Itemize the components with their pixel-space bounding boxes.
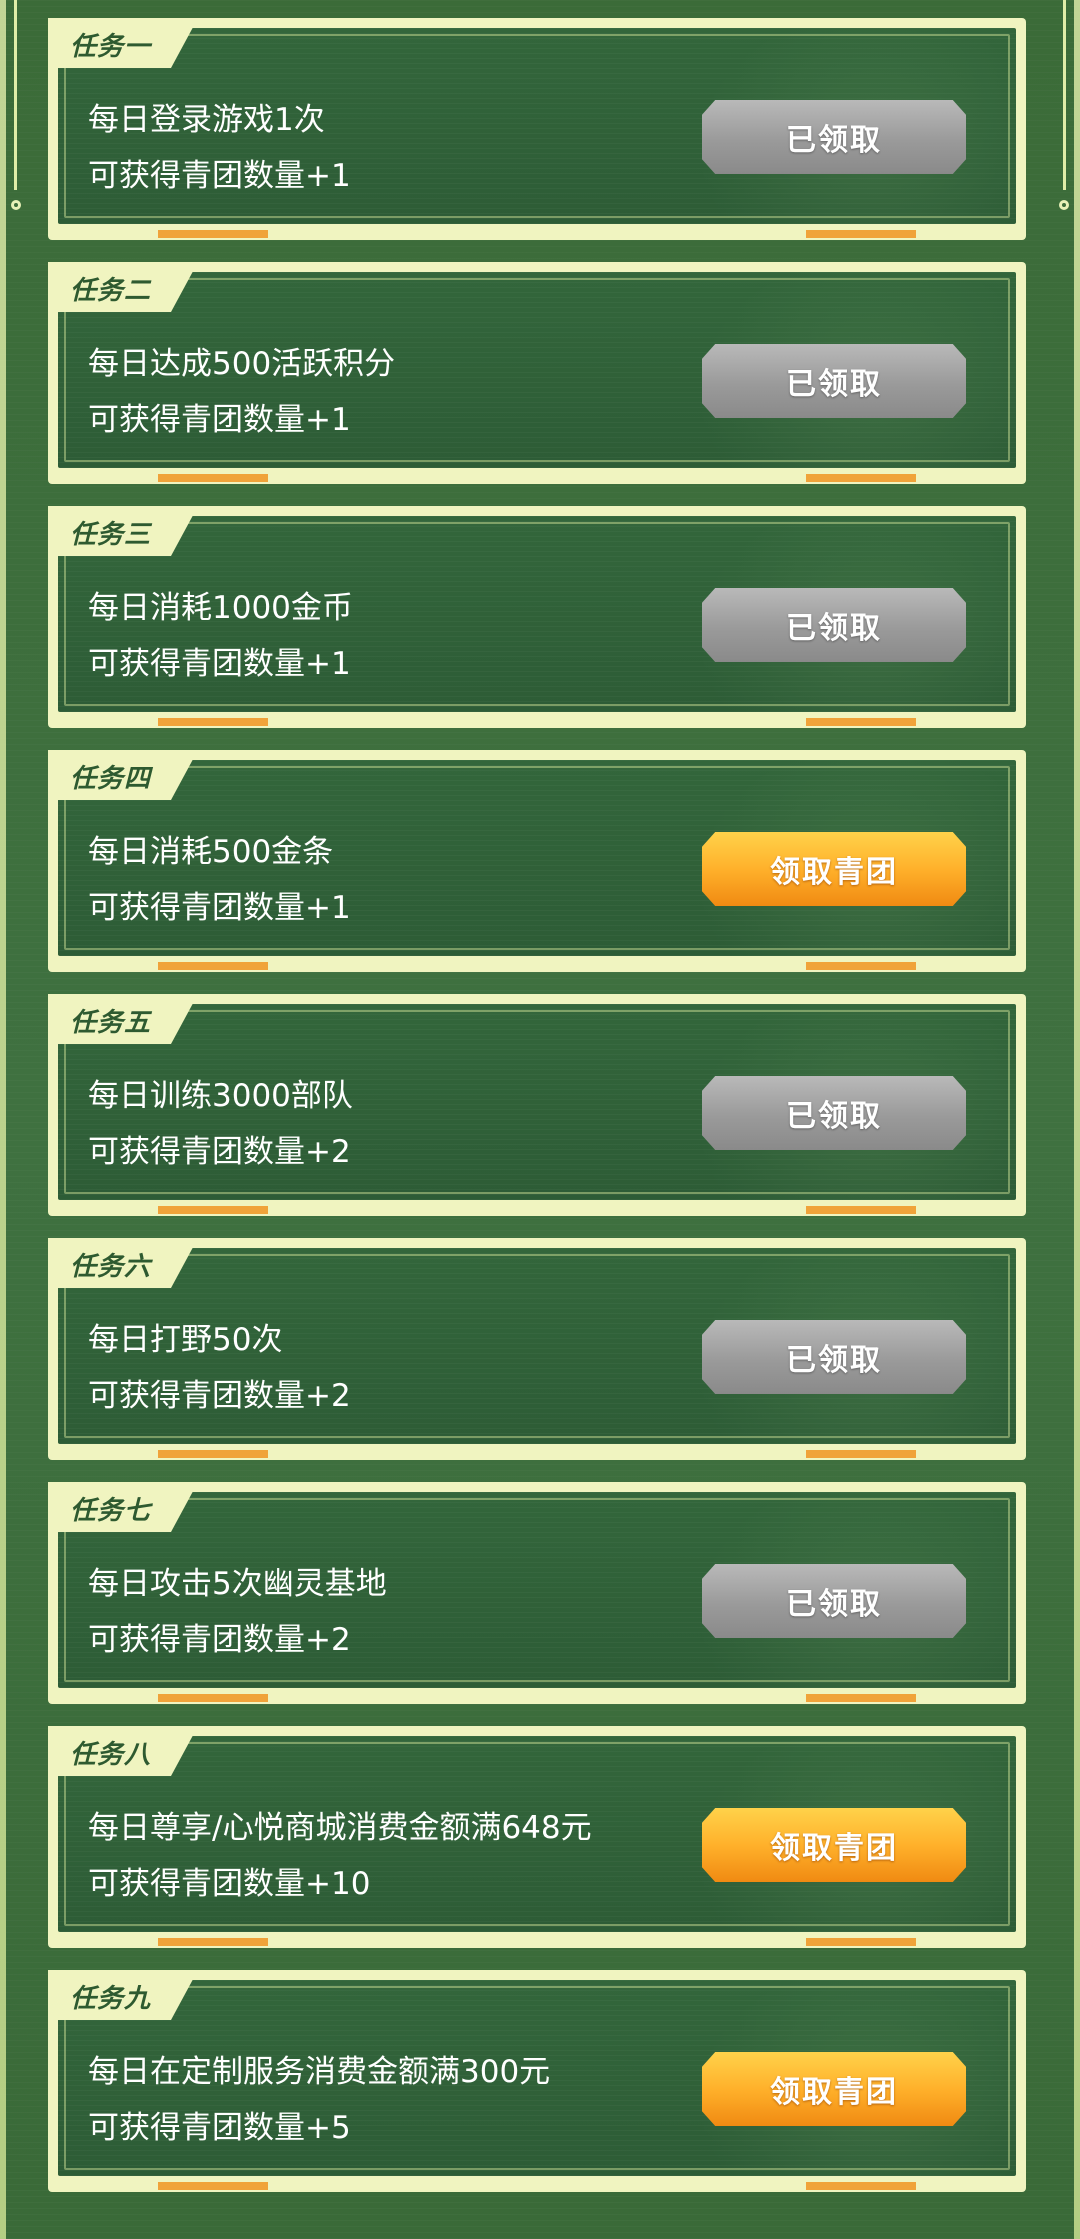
task-card: 任务四 每日消耗500金条 可获得青团数量+1 领取青团: [48, 750, 1026, 972]
right-rail-knob: [1059, 200, 1069, 210]
task-description: 每日登录游戏1次: [88, 102, 325, 138]
card-accent-bar: [806, 1938, 916, 1946]
card-accent-bar: [158, 474, 268, 482]
task-reward: 可获得青团数量+2: [88, 1134, 351, 1170]
task-card: 任务九 每日在定制服务消费金额满300元 可获得青团数量+5 领取青团: [48, 1970, 1026, 2192]
task-title: 任务八: [70, 1740, 152, 1770]
task-card: 任务五 每日训练3000部队 可获得青团数量+2 已领取: [48, 994, 1026, 1216]
task-reward: 可获得青团数量+5: [88, 2110, 351, 2146]
task-card: 任务三 每日消耗1000金币 可获得青团数量+1 已领取: [48, 506, 1026, 728]
task-description: 每日打野50次: [88, 1322, 283, 1358]
task-card: 任务一 每日登录游戏1次 可获得青团数量+1 已领取: [48, 18, 1026, 240]
task-reward: 可获得青团数量+2: [88, 1378, 351, 1414]
task-reward: 可获得青团数量+2: [88, 1622, 351, 1658]
task-description: 每日尊享/心悦商城消费金额满648元: [88, 1810, 592, 1846]
claim-button[interactable]: 领取青团: [702, 1808, 966, 1882]
task-description: 每日达成500活跃积分: [88, 346, 396, 382]
card-accent-bar: [806, 1694, 916, 1702]
task-description: 每日在定制服务消费金额满300元: [88, 2054, 551, 2090]
claimed-button[interactable]: 已领取: [702, 588, 966, 662]
task-card: 任务七 每日攻击5次幽灵基地 可获得青团数量+2 已领取: [48, 1482, 1026, 1704]
card-accent-bar: [158, 1694, 268, 1702]
card-accent-bar: [158, 1938, 268, 1946]
task-reward: 可获得青团数量+1: [88, 402, 351, 438]
claimed-button[interactable]: 已领取: [702, 100, 966, 174]
card-accent-bar: [158, 962, 268, 970]
claim-button[interactable]: 领取青团: [702, 2052, 966, 2126]
claimed-button[interactable]: 已领取: [702, 344, 966, 418]
task-reward: 可获得青团数量+10: [88, 1866, 371, 1902]
claimed-button[interactable]: 已领取: [702, 1564, 966, 1638]
task-title: 任务七: [70, 1496, 152, 1526]
task-title: 任务四: [70, 764, 152, 794]
task-title: 任务三: [70, 520, 152, 550]
task-title: 任务九: [70, 1984, 152, 2014]
task-description: 每日消耗1000金币: [88, 590, 353, 626]
right-rail: [1074, 0, 1080, 2239]
task-title: 任务五: [70, 1008, 152, 1038]
claimed-button[interactable]: 已领取: [702, 1320, 966, 1394]
task-card: 任务二 每日达成500活跃积分 可获得青团数量+1 已领取: [48, 262, 1026, 484]
task-title: 任务一: [70, 32, 152, 62]
card-accent-bar: [158, 1206, 268, 1214]
claim-button[interactable]: 领取青团: [702, 832, 966, 906]
right-rail-line: [1063, 0, 1066, 190]
card-accent-bar: [806, 718, 916, 726]
task-reward: 可获得青团数量+1: [88, 890, 351, 926]
task-reward: 可获得青团数量+1: [88, 158, 351, 194]
card-accent-bar: [158, 718, 268, 726]
card-accent-bar: [158, 2182, 268, 2190]
left-rail-line: [14, 0, 17, 190]
task-reward: 可获得青团数量+1: [88, 646, 351, 682]
left-rail-knob: [11, 200, 21, 210]
task-page: 任务一 每日登录游戏1次 可获得青团数量+1 已领取 任务二 每日达成500活跃…: [0, 0, 1080, 2239]
card-accent-bar: [806, 1206, 916, 1214]
card-accent-bar: [806, 230, 916, 238]
card-accent-bar: [806, 1450, 916, 1458]
card-accent-bar: [158, 1450, 268, 1458]
task-description: 每日消耗500金条: [88, 834, 334, 870]
task-title: 任务二: [70, 276, 152, 306]
task-card: 任务六 每日打野50次 可获得青团数量+2 已领取: [48, 1238, 1026, 1460]
card-accent-bar: [806, 2182, 916, 2190]
task-description: 每日攻击5次幽灵基地: [88, 1566, 387, 1602]
task-card: 任务八 每日尊享/心悦商城消费金额满648元 可获得青团数量+10 领取青团: [48, 1726, 1026, 1948]
card-accent-bar: [806, 962, 916, 970]
task-description: 每日训练3000部队: [88, 1078, 353, 1114]
left-rail: [0, 0, 6, 2239]
task-title: 任务六: [70, 1252, 152, 1282]
card-accent-bar: [158, 230, 268, 238]
claimed-button[interactable]: 已领取: [702, 1076, 966, 1150]
card-accent-bar: [806, 474, 916, 482]
